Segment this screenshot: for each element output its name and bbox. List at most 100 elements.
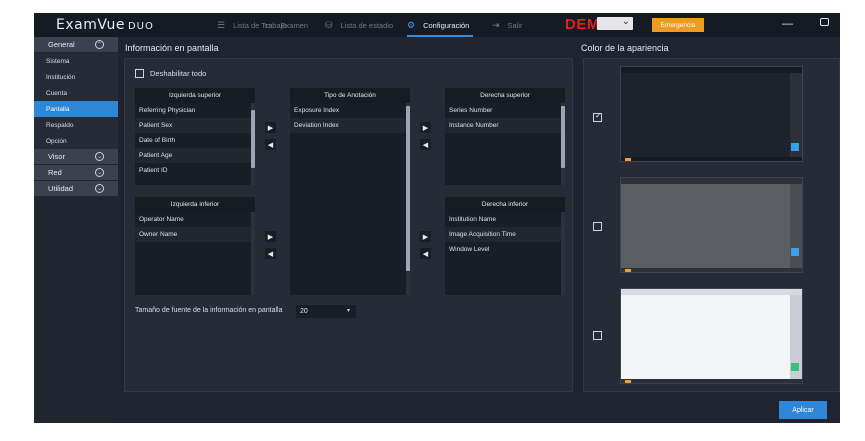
move-right-button[interactable]: ▶ [265,231,276,242]
list-scrollbar-thumb[interactable] [251,110,255,168]
chevron-up-icon: ⌃ [95,40,104,49]
chevron-down-icon: ⌄ [95,168,104,177]
appearance-title: Color de la apariencia [581,43,669,53]
list-header: Derecha superior [445,88,565,103]
list-top-right[interactable]: Derecha superior Series Number Instance … [445,88,565,185]
disable-all-label: Deshabilitar todo [150,69,207,78]
appearance-panel [583,58,840,392]
theme-gray-preview[interactable] [620,177,803,273]
app-window: ExamVue DUO ☰ Lista de Trabajo ▭ Examen ⛁… [34,13,840,423]
list-item[interactable]: Institution Name [445,212,565,227]
list-item[interactable]: Referring Physician [135,103,255,118]
arrow-right-icon: ▶ [422,124,429,132]
preview-accent [791,363,799,371]
theme-light-preview[interactable] [620,288,803,384]
emergency-button[interactable]: Emergencia [652,18,704,32]
list-annotation-type[interactable]: Tipo de Anotación Exposure Index Deviati… [290,88,410,295]
sidebar-item-cuenta[interactable]: Cuenta [34,85,118,101]
list-item[interactable]: Patient Sex [135,118,255,133]
list-item[interactable]: Series Number [445,103,565,118]
nav-exit-label: Salir [507,20,523,30]
nav-settings-label: Configuración [423,20,470,30]
move-right-button[interactable]: ▶ [420,122,431,133]
sidebar-item-pantalla[interactable]: Pantalla [34,101,118,117]
list-item[interactable]: Exposure Index [290,103,410,118]
list-item[interactable]: Patient ID [135,163,255,178]
top-bar: ExamVue DUO ☰ Lista de Trabajo ▭ Examen ⛁… [34,13,840,37]
chevron-down-icon: ⌄ [95,184,104,193]
sidebar-group-utilidad[interactable]: Utilidad ⌄ [34,181,118,197]
move-left-button[interactable]: ◀ [420,139,431,150]
disable-all-checkbox[interactable] [135,69,144,78]
list-item[interactable]: Deviation Index [290,118,410,133]
preview-header [621,67,802,73]
preview-header [621,289,802,295]
nav-exam[interactable]: ▭ Examen [264,13,308,37]
sidebar-group-general[interactable]: General ⌃ [34,37,118,53]
theme-light-checkbox[interactable] [593,331,602,340]
list-scrollbar-thumb[interactable] [406,106,410,271]
theme-gray-checkbox[interactable] [593,222,602,231]
list-item[interactable]: Operator Name [135,212,255,227]
nav-settings[interactable]: ⚙ Configuración [407,13,474,37]
gear-icon: ⚙ [407,19,416,30]
list-item[interactable]: Patient Age [135,148,255,163]
chevron-down-icon: ▾ [346,308,350,314]
restore-icon[interactable] [820,18,829,26]
move-right-button[interactable]: ▶ [420,231,431,242]
font-size-label: Tamaño de fuente de la información en pa… [135,307,283,314]
nav-study-list-label: Lista de estadio [340,20,394,30]
move-left-button[interactable]: ◀ [265,248,276,259]
monitor-icon: ▭ [264,19,273,30]
list-header: Tipo de Anotación [290,88,410,103]
list-bottom-left[interactable]: Izquierda inferior Operator Name Owner N… [135,197,255,295]
sidebar-group-label: Visor [48,152,65,161]
demo-dropdown[interactable]: ⌄ [597,16,633,30]
sidebar-group-visor[interactable]: Visor ⌄ [34,149,118,165]
chevron-down-icon: ⌄ [621,16,630,27]
preview-footer [621,268,802,272]
theme-dark-preview[interactable] [620,66,803,162]
sidebar-item-sistema[interactable]: Sistema [34,53,118,69]
apply-button[interactable]: Aplicar [779,401,827,419]
list-item[interactable]: Date of Birth [135,133,255,148]
nav-study-list[interactable]: ⛁ Lista de estadio [325,13,393,37]
move-right-button[interactable]: ▶ [265,122,276,133]
preview-highlight [625,158,631,161]
list-top-left[interactable]: Izquierda superior Referring Physician P… [135,88,255,185]
list-bottom-right[interactable]: Derecha inferior Institution Name Image … [445,197,565,295]
page-title: Información en pantalla [125,43,219,53]
chevron-down-icon: ⌄ [95,152,104,161]
list-header: Derecha inferior [445,197,565,212]
arrow-right-icon: ▶ [267,124,274,132]
list-item[interactable]: Image Acquisition Time [445,227,565,242]
sidebar-item-opcion[interactable]: Opción [34,133,118,149]
arrow-right-icon: ▶ [267,233,274,241]
move-left-button[interactable]: ◀ [265,139,276,150]
database-icon: ⛁ [325,19,333,30]
sidebar-item-institucion[interactable]: Institución [34,69,118,85]
list-scrollbar-thumb[interactable] [561,106,565,168]
sidebar-group-red[interactable]: Red ⌄ [34,165,118,181]
move-left-button[interactable]: ◀ [420,248,431,259]
sidebar-item-respaldo[interactable]: Respaldo [34,117,118,133]
list-scrollbar[interactable] [251,212,255,295]
minimize-icon[interactable]: — [782,18,793,30]
list-item[interactable]: Window Level [445,242,565,257]
preview-highlight [625,380,631,383]
list-scrollbar[interactable] [561,212,565,295]
arrow-left-icon: ◀ [422,141,429,149]
logo-suffix: DUO [127,21,154,32]
preview-toolbar [790,184,802,272]
sidebar-group-label: Red [48,168,62,177]
sidebar: General ⌃ Sistema Institución Cuenta Pan… [34,37,118,423]
list-item[interactable]: Instance Number [445,118,565,133]
list-header: Izquierda inferior [135,197,255,212]
list-item[interactable]: Owner Name [135,227,255,242]
theme-dark-checkbox[interactable] [593,111,602,122]
preview-header [621,178,802,184]
exit-icon: ⇥ [492,19,500,30]
font-size-select[interactable]: 20 ▾ [296,305,356,318]
nav-exit[interactable]: ⇥ Salir [492,13,523,37]
list-header: Izquierda superior [135,88,255,103]
